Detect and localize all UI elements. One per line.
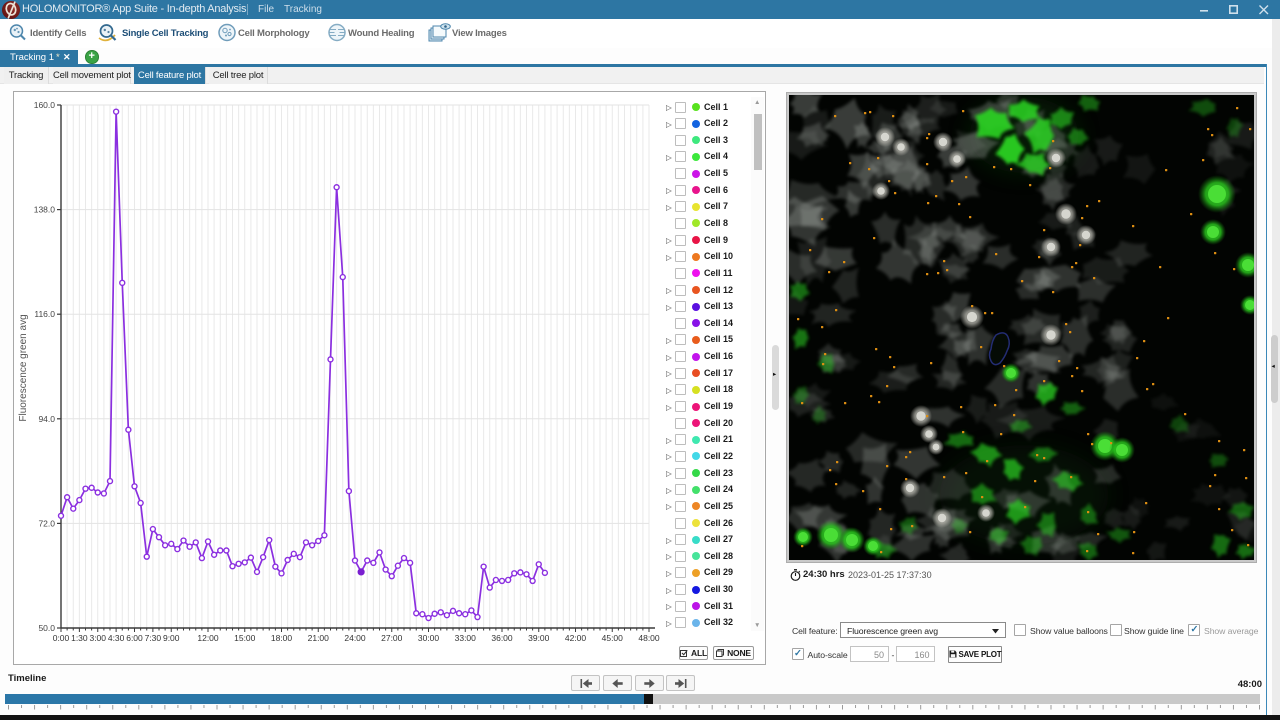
- svg-text:12:00: 12:00: [197, 633, 219, 643]
- svg-text:33:00: 33:00: [455, 633, 477, 643]
- svg-text:6:00: 6:00: [126, 633, 143, 643]
- svg-text:27:00: 27:00: [381, 633, 403, 643]
- svg-text:116.0: 116.0: [34, 309, 55, 319]
- svg-text:42:00: 42:00: [565, 633, 587, 643]
- svg-text:7:30: 7:30: [145, 633, 162, 643]
- svg-text:Fluorescence green avg: Fluorescence green avg: [18, 314, 29, 421]
- svg-text:138.0: 138.0: [34, 205, 56, 215]
- svg-text:94.0: 94.0: [38, 414, 55, 424]
- svg-text:15:00: 15:00: [234, 633, 256, 643]
- svg-text:36:00: 36:00: [491, 633, 513, 643]
- svg-text:9:00: 9:00: [163, 633, 180, 643]
- svg-text:39:00: 39:00: [528, 633, 550, 643]
- svg-text:0:00: 0:00: [53, 633, 70, 643]
- svg-text:160.0: 160.0: [34, 100, 56, 110]
- svg-text:48:00: 48:00: [638, 633, 660, 643]
- svg-text:30:00: 30:00: [418, 633, 440, 643]
- svg-text:4:30: 4:30: [108, 633, 125, 643]
- svg-text:50.0: 50.0: [38, 623, 55, 633]
- svg-text:3:00: 3:00: [89, 633, 106, 643]
- svg-text:21:00: 21:00: [308, 633, 330, 643]
- svg-text:18:00: 18:00: [271, 633, 293, 643]
- svg-text:1:30: 1:30: [71, 633, 88, 643]
- svg-text:45:00: 45:00: [602, 633, 624, 643]
- svg-text:72.0: 72.0: [38, 518, 55, 528]
- svg-text:24:00: 24:00: [344, 633, 366, 643]
